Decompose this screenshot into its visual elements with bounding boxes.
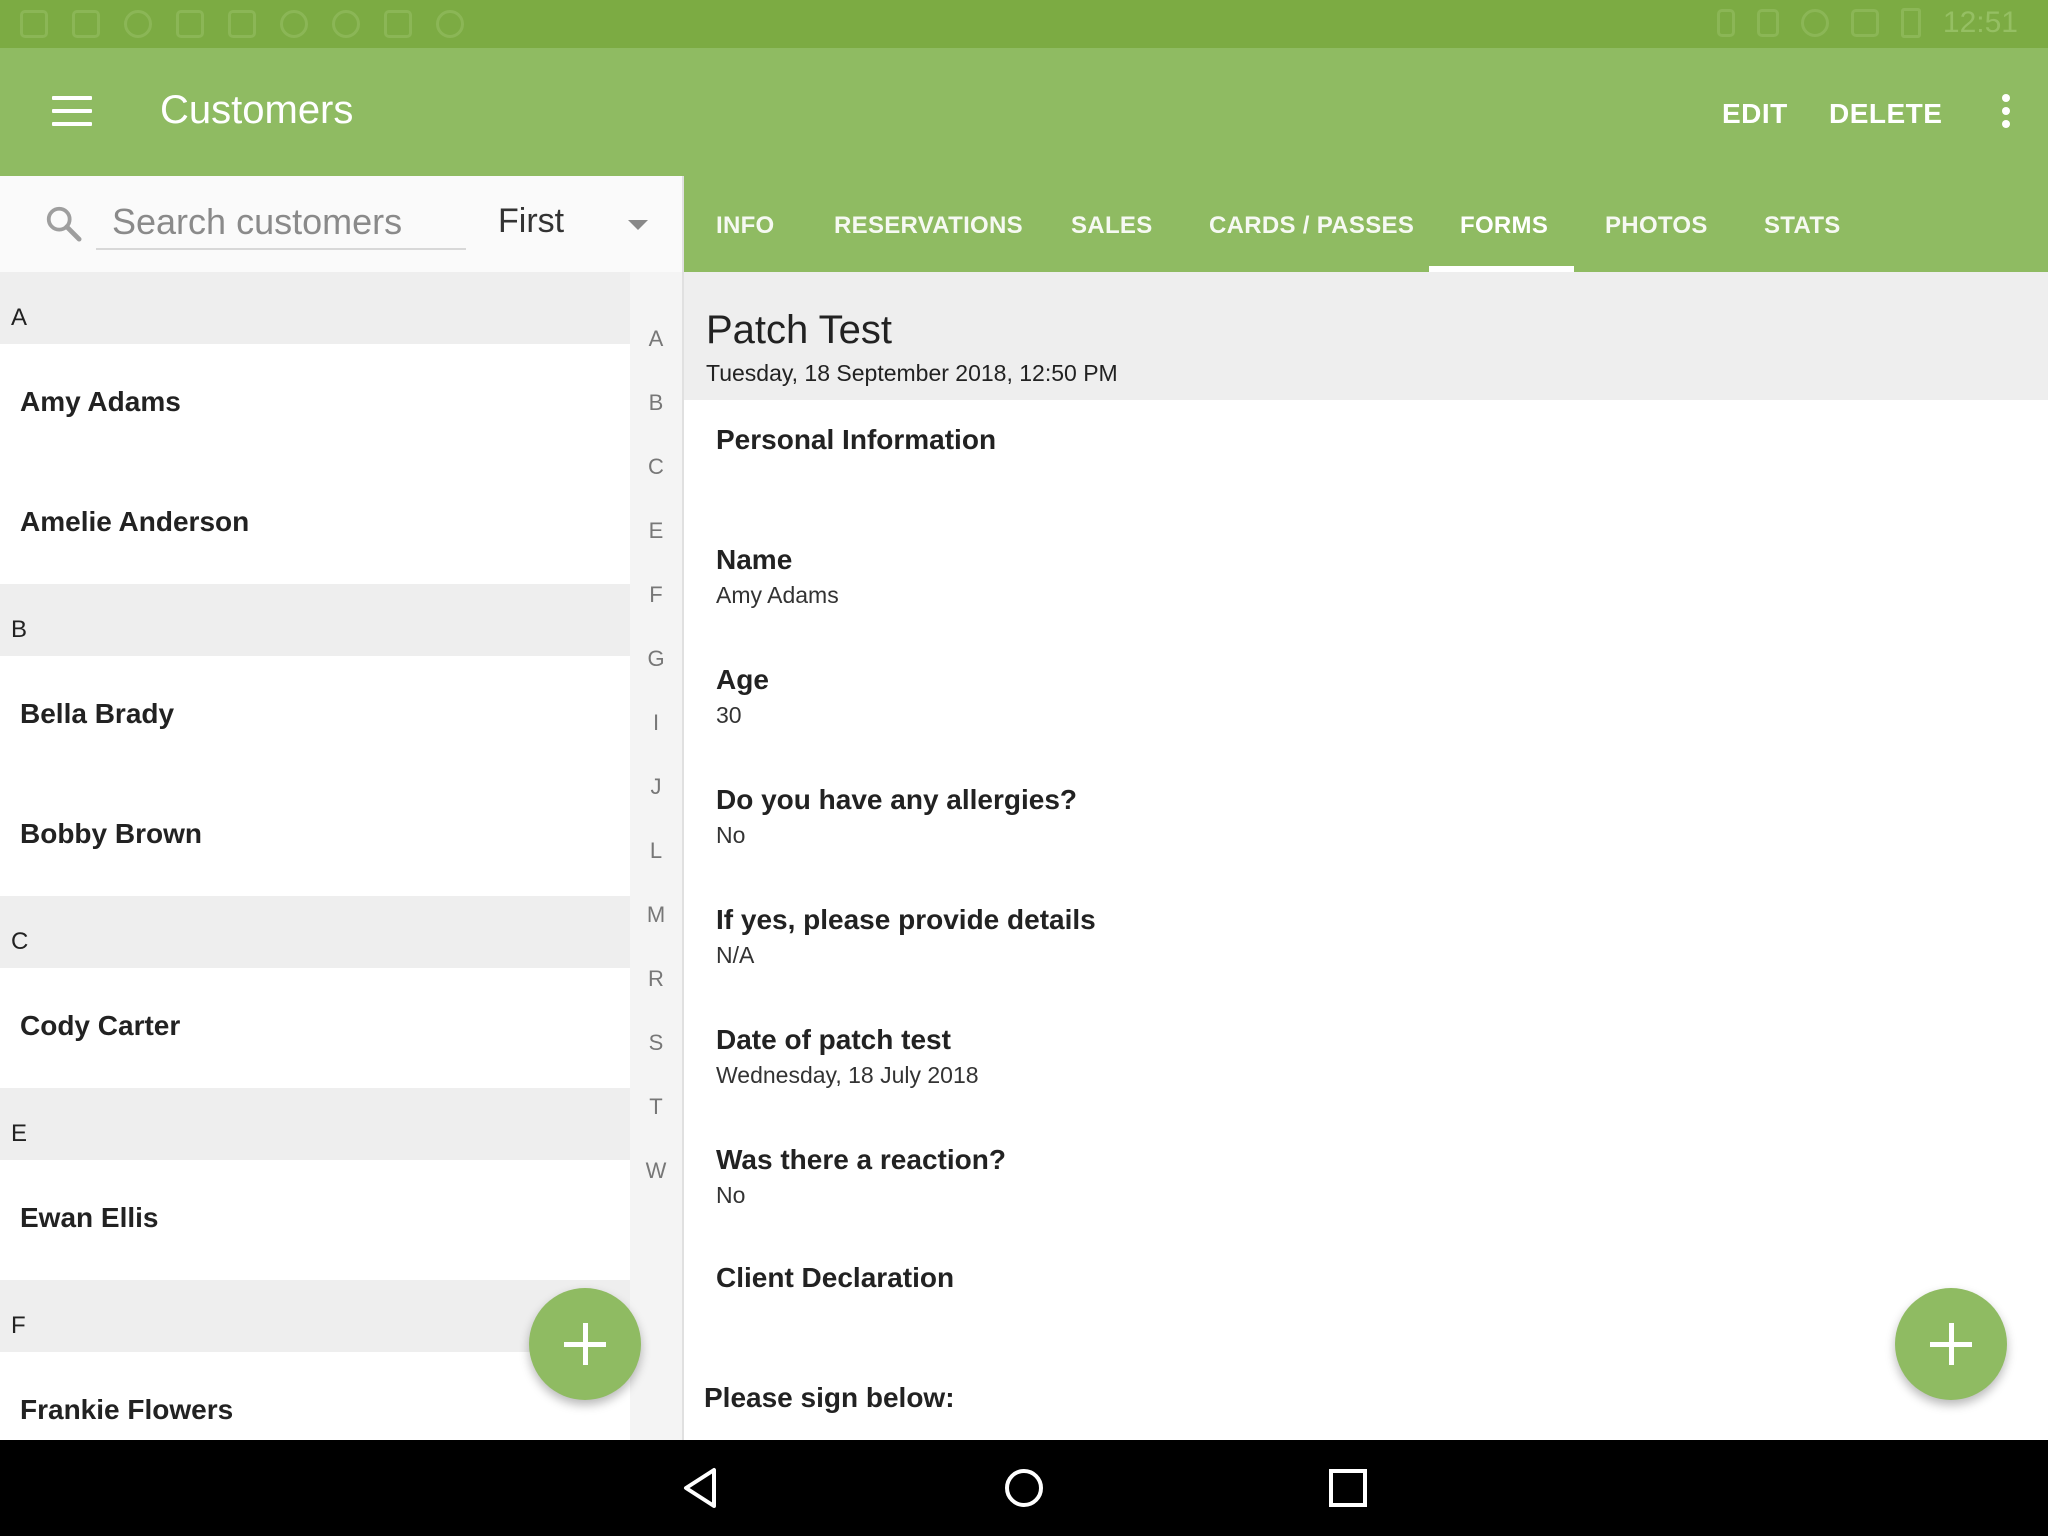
chevron-down-icon (628, 220, 648, 230)
sort-value: First (498, 202, 565, 240)
customer-list-item[interactable]: Bobby Brown (0, 776, 630, 896)
form-content: Personal Information Client Declaration … (684, 400, 2048, 1440)
gmail-icon (20, 10, 48, 38)
index-letter[interactable]: F (630, 582, 682, 608)
index-letter[interactable]: M (630, 902, 682, 928)
app-icon (228, 10, 256, 38)
add-customer-button[interactable] (529, 1288, 641, 1400)
play-store-icon (384, 10, 412, 38)
navigation-bar (0, 1440, 2048, 1536)
form-field: Date of patch test Wednesday, 18 July 201… (716, 1024, 979, 1089)
search-input[interactable] (96, 196, 466, 250)
recents-icon[interactable] (1326, 1466, 1370, 1510)
chrome-icon (436, 10, 464, 38)
section-personal-information: Personal Information (716, 424, 997, 455)
form-header: Patch Test Tuesday, 18 September 2018, 1… (684, 272, 2048, 400)
add-form-button[interactable] (1895, 1288, 2007, 1400)
form-field: Age 30 (716, 664, 769, 729)
delete-button[interactable]: DELETE (1829, 98, 1942, 130)
wifi-icon (1800, 9, 1829, 37)
notification-icons (20, 10, 464, 38)
field-label: Name (716, 544, 793, 575)
field-label: Do you have any allergies? (716, 784, 1078, 815)
index-letter[interactable]: T (630, 1094, 682, 1120)
tab-stats[interactable]: STATS (1764, 212, 1841, 240)
tab-sales[interactable]: SALES (1071, 212, 1153, 240)
form-field: If yes, please provide details N/A (716, 904, 1096, 969)
section-header: E (0, 1088, 630, 1160)
clock-time: 12:51 (1942, 6, 2018, 39)
form-title: Patch Test (706, 308, 893, 352)
tab-photos[interactable]: PHOTOS (1605, 212, 1708, 240)
field-label: Age (716, 664, 769, 695)
alphabet-index[interactable]: A B C E F G I J L M R S T W (630, 272, 682, 1440)
bluetooth-icon (1716, 9, 1735, 37)
index-letter[interactable]: J (630, 774, 682, 800)
clock-icon (280, 10, 308, 38)
field-value: 30 (716, 702, 742, 728)
index-letter[interactable]: I (630, 710, 682, 736)
index-letter[interactable]: G (630, 646, 682, 672)
customer-list-panel: First AAmy AdamsAmelie AndersonBBella Br… (0, 176, 682, 1440)
clock-icon (124, 10, 152, 38)
sort-dropdown[interactable]: First (498, 202, 648, 252)
menu-icon[interactable] (52, 96, 92, 126)
index-letter[interactable]: C (630, 454, 682, 480)
form-field: Was there a reaction? No (716, 1144, 1006, 1209)
index-letter[interactable]: W (630, 1158, 682, 1184)
field-value: No (716, 822, 746, 848)
index-letter[interactable]: E (630, 518, 682, 544)
form-field: Name Amy Adams (716, 544, 839, 609)
customer-list: A Amy Adams Amelie Anderson B Bella Brady Bob… (0, 272, 630, 1440)
field-label: Was there a reaction? (716, 1144, 1006, 1175)
tab-reservations[interactable]: RESERVATIONS (834, 212, 1023, 240)
search-icon (46, 206, 82, 242)
vibrate-icon (1756, 9, 1779, 37)
section-header: B (0, 584, 630, 656)
sign-prompt: Please sign below: (704, 1382, 955, 1413)
field-label: If yes, please provide details (716, 904, 1096, 935)
detail-tabs: INFO RESERVATIONS SALES CARDS / PASSES FORMS… (684, 176, 2048, 272)
status-bar: 12:51 (0, 0, 2048, 48)
clock-icon (332, 10, 360, 38)
index-letter[interactable]: A (630, 326, 682, 352)
field-value: Amy Adams (716, 582, 839, 608)
battery-icon (1900, 8, 1921, 38)
customer-list-item[interactable]: Ewan Ellis (0, 1160, 630, 1280)
app-bar: Customers EDIT DELETE (0, 48, 2048, 176)
back-icon[interactable] (680, 1466, 724, 1510)
customer-list-item[interactable]: Cody Carter (0, 968, 630, 1088)
index-letter[interactable]: L (630, 838, 682, 864)
page-title: Customers (160, 88, 354, 132)
edit-button[interactable]: EDIT (1722, 98, 1788, 130)
field-value: Wednesday, 18 July 2018 (716, 1062, 979, 1088)
section-client-declaration: Client Declaration (716, 1262, 955, 1293)
index-letter[interactable]: B (630, 390, 682, 416)
form-date: Tuesday, 18 September 2018, 12:50 PM (706, 360, 1118, 386)
form-field: Do you have any allergies? No (716, 784, 1077, 849)
customer-list-item[interactable]: Bella Brady (0, 656, 630, 776)
field-value: No (716, 1182, 746, 1208)
signal-icon (1850, 9, 1879, 37)
home-icon[interactable] (1002, 1466, 1046, 1510)
tab-cards-passes[interactable]: CARDS / PASSES (1209, 212, 1414, 240)
index-letter[interactable]: S (630, 1030, 682, 1056)
search-bar: First (0, 176, 682, 272)
index-letter[interactable]: R (630, 966, 682, 992)
section-header: A (0, 272, 630, 344)
system-icons: 12:51 (1716, 6, 2018, 40)
image-icon (72, 10, 100, 38)
field-label: Date of patch test (716, 1024, 951, 1055)
tab-info[interactable]: INFO (716, 212, 775, 240)
customer-list-item[interactable]: Amelie Anderson (0, 464, 630, 584)
tab-forms[interactable]: FORMS (1460, 212, 1548, 240)
section-header: C (0, 896, 630, 968)
cloud-icon (176, 10, 204, 38)
more-options-icon[interactable] (2000, 94, 2012, 130)
field-value: N/A (716, 942, 755, 968)
customer-list-item[interactable]: Amy Adams (0, 344, 630, 464)
